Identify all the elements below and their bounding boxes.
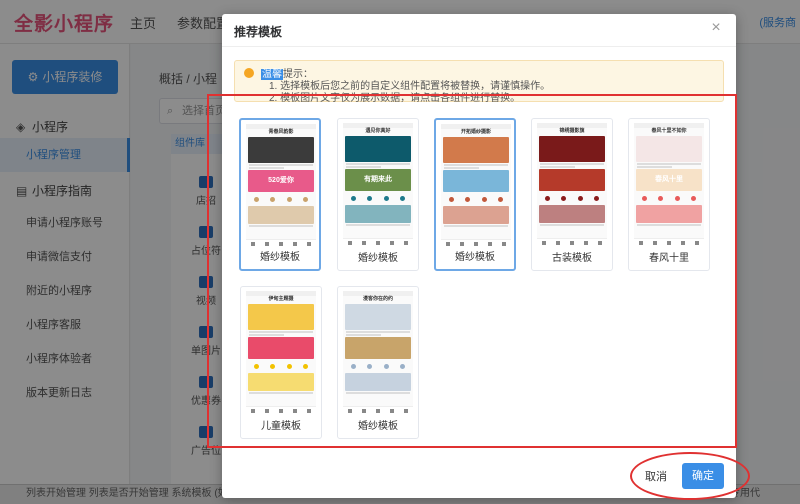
template-label: 儿童模板 — [261, 421, 301, 432]
template-preview-image: 锦绣摄影旗 — [537, 123, 607, 247]
template-preview-banner — [443, 170, 509, 192]
template-card[interactable]: 漫客你在的约婚纱模板 — [337, 286, 419, 439]
template-label: 婚纱模板 — [260, 252, 300, 263]
template-preview-image: 开拓婚纱摄影 — [441, 124, 511, 248]
template-preview-image: 春风十里不如你春风十里 — [634, 123, 704, 247]
template-preview-image: 青春风韵影 520爱你 — [246, 124, 316, 248]
template-preview-banner: 春风十里 — [636, 169, 702, 191]
template-card[interactable]: 伊甸主题摄 儿童模板 — [240, 286, 322, 439]
close-icon[interactable]: × — [708, 20, 724, 36]
template-label: 婚纱模板 — [358, 421, 398, 432]
template-preview-image: 漫客你在的约 — [343, 291, 413, 415]
template-preview-title: 春风十里不如你 — [651, 128, 687, 134]
dialog-divider — [222, 46, 736, 47]
template-card[interactable]: 开拓婚纱摄影婚纱模板 — [434, 118, 516, 271]
template-preview-image: 遇见你真好 有期来此 — [343, 123, 413, 247]
template-preview-banner: 520爱你 — [248, 170, 314, 192]
warning-icon — [244, 68, 254, 78]
template-card[interactable]: 青春风韵影 520爱你婚纱模板 — [239, 118, 321, 271]
template-preview-title: 漫客你在的约 — [362, 296, 393, 302]
cancel-button[interactable]: 取消 — [632, 464, 680, 490]
template-card[interactable]: 锦绣摄影旗 古装模板 — [531, 118, 613, 271]
template-preview-title: 青春风韵影 — [268, 129, 294, 135]
template-preview-title: 开拓婚纱摄影 — [460, 129, 491, 135]
template-label: 春风十里 — [649, 253, 689, 264]
template-card[interactable]: 遇见你真好有期来此婚纱模板 — [337, 118, 419, 271]
template-preview-image: 伊甸主题摄 — [246, 291, 316, 415]
template-label: 婚纱模板 — [455, 252, 495, 263]
dialog-title: 推荐模板 — [234, 25, 283, 39]
template-preview-banner — [539, 169, 605, 191]
confirm-button[interactable]: 确定 — [682, 463, 724, 489]
template-preview-banner: 有期来此 — [345, 169, 411, 191]
template-preview-title: 遇见你真好 — [365, 128, 391, 134]
template-preview-banner — [248, 337, 314, 359]
template-preview-banner — [345, 337, 411, 359]
recommend-template-dialog: 推荐模板 × 温馨提示： 1. 选择模板后您之前的自定义组件配置将被替换，请谨慎… — [207, 14, 750, 500]
template-label: 婚纱模板 — [358, 253, 398, 264]
template-label: 古装模板 — [552, 253, 592, 264]
template-preview-title: 锦绣摄影旗 — [559, 128, 585, 134]
template-card[interactable]: 春风十里不如你 春风十里 春风十里 — [628, 118, 710, 271]
template-preview-title: 伊甸主题摄 — [268, 296, 294, 302]
